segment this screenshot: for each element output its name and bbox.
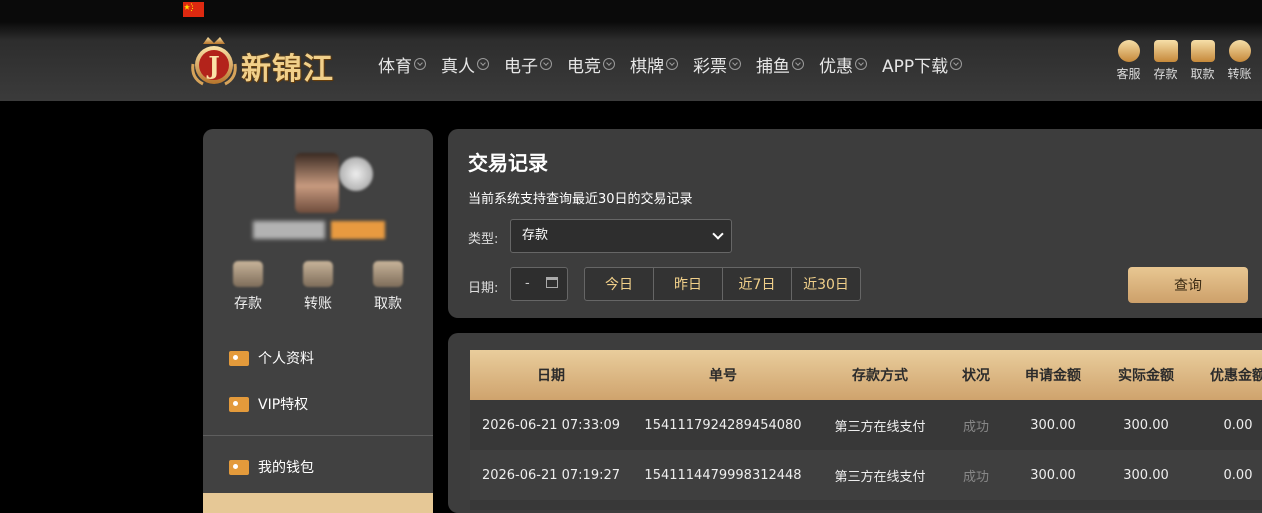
top-bar: J 新锦江 体育 真人 电子 电竞 棋牌 彩票 捕鱼 优惠 APP下载 客服 存… (0, 0, 1262, 101)
sidebar-deposit-button[interactable]: 存款 (218, 261, 278, 313)
withdraw-icon (373, 261, 403, 287)
wallet-actions: 存款 转账 取款 (203, 261, 433, 313)
range-yesterday-button[interactable]: 昨日 (653, 267, 723, 301)
col-actual: 实际金额 (1118, 368, 1174, 384)
sidebar-transfer-button[interactable]: 转账 (288, 261, 348, 313)
sidebar-withdraw-button[interactable]: 取款 (358, 261, 418, 313)
col-requested: 申请金额 (1025, 368, 1081, 384)
sidebar-item-vip[interactable]: VIP特权 (203, 381, 433, 427)
cell-actual: 300.00 (1123, 467, 1169, 483)
customer-service-icon (1117, 40, 1140, 62)
col-bonus: 优惠金额 (1210, 368, 1262, 384)
chevron-down-icon (729, 58, 741, 70)
nav-item-cards[interactable]: 棋牌 (630, 52, 678, 77)
sidebar: 存款 转账 取款 个人资料 VIP特权 我的钱包 (203, 129, 433, 513)
col-date: 日期 (537, 368, 565, 384)
logo-emblem-icon: J (191, 37, 237, 86)
chevron-down-icon (603, 58, 615, 70)
quick-transfer[interactable]: 转账 (1221, 40, 1258, 82)
username-blurred (253, 221, 325, 239)
cell-requested: 300.00 (1030, 417, 1076, 433)
range-today-button[interactable]: 今日 (584, 267, 654, 301)
quick-customer-service[interactable]: 客服 (1110, 40, 1147, 82)
cell-order-no: 1541117924289454080 (644, 417, 802, 433)
sidebar-item-wallet[interactable]: 我的钱包 (203, 444, 433, 490)
table-row[interactable]: 2026-06-21 07:19:27 1541114479998312448 … (470, 450, 1262, 500)
nav-item-lottery[interactable]: 彩票 (693, 52, 741, 77)
quick-withdraw[interactable]: 取款 (1184, 40, 1221, 82)
transaction-table-panel: 日期 单号 存款方式 状况 申请金额 实际金额 优惠金额 2026-06-21 … (448, 333, 1262, 513)
type-label: 类型: (468, 232, 499, 247)
quick-deposit[interactable]: 存款 (1147, 40, 1184, 82)
date-range-input[interactable]: - (510, 267, 568, 301)
cn-flag-icon[interactable] (183, 2, 204, 17)
nav-item-sports[interactable]: 体育 (378, 52, 426, 77)
nav-item-promos[interactable]: 优惠 (819, 52, 867, 77)
chevron-down-icon (712, 228, 724, 240)
cell-date: 2026-06-21 07:19:27 (481, 467, 621, 483)
chevron-down-icon (414, 58, 426, 70)
col-status: 状况 (962, 368, 990, 384)
query-button[interactable]: 查询 (1128, 267, 1248, 303)
cell-status: 成功 (962, 419, 989, 435)
nav-item-app-download[interactable]: APP下载 (882, 52, 963, 77)
chevron-down-icon (666, 58, 678, 70)
cell-requested: 300.00 (1030, 467, 1076, 483)
date-label: 日期: (468, 281, 499, 296)
cell-date: 2026-06-21 07:33:09 (481, 417, 621, 433)
type-select[interactable]: 存款 (510, 219, 732, 253)
wallet-icon (1153, 40, 1178, 62)
table-row[interactable]: 2026-06-21 07:33:09 1541117924289454080 … (470, 400, 1262, 450)
avatar[interactable] (295, 153, 339, 213)
sidebar-item-profile[interactable]: 个人资料 (203, 335, 433, 381)
brand-name: 新锦江 (241, 52, 334, 87)
vip-badge (331, 221, 385, 239)
nav-item-esports[interactable]: 电竞 (567, 52, 615, 77)
cell-method: 第三方在线支付 (834, 419, 926, 435)
col-order-no: 单号 (709, 368, 737, 384)
range-7days-button[interactable]: 近7日 (722, 267, 792, 301)
table-header: 日期 单号 存款方式 状况 申请金额 实际金额 优惠金额 (470, 350, 1262, 400)
quick-actions: 客服 存款 取款 转账 (1110, 40, 1258, 82)
id-card-icon (229, 396, 249, 412)
cell-actual: 300.00 (1123, 417, 1169, 433)
cell-method: 第三方在线支付 (834, 469, 926, 485)
chevron-down-icon (792, 58, 804, 70)
transaction-filter-panel: 交易记录 当前系统支持查询最近30日的交易记录 类型: 存款 日期: - 今日 … (448, 129, 1262, 318)
svg-text:J: J (206, 51, 219, 80)
main-nav: 体育 真人 电子 电竞 棋牌 彩票 捕鱼 优惠 APP下载 (378, 52, 977, 77)
transfer-icon (1228, 40, 1251, 62)
page-title: 交易记录 (468, 151, 548, 175)
transfer-icon (303, 261, 333, 287)
type-select-value: 存款 (522, 228, 549, 243)
vip-level-icon (339, 157, 373, 191)
chevron-down-icon (855, 58, 867, 70)
brand-logo[interactable]: J 新锦江 (189, 34, 349, 88)
active-menu-indicator (203, 493, 433, 513)
menu-divider (203, 435, 433, 436)
nav-item-live[interactable]: 真人 (441, 52, 489, 77)
cell-order-no: 1541114479998312448 (644, 467, 802, 483)
sidebar-menu: 个人资料 VIP特权 我的钱包 (203, 335, 433, 490)
date-range-value: - (525, 276, 530, 291)
range-30days-button[interactable]: 近30日 (791, 267, 861, 301)
deposit-icon (233, 261, 263, 287)
nav-item-fishing[interactable]: 捕鱼 (756, 52, 804, 77)
chevron-down-icon (477, 58, 489, 70)
cell-status: 成功 (962, 469, 989, 485)
chevron-down-icon (950, 58, 963, 70)
calendar-icon (546, 277, 558, 288)
transaction-table: 日期 单号 存款方式 状况 申请金额 实际金额 优惠金额 2026-06-21 … (470, 350, 1262, 510)
id-card-icon (229, 350, 249, 366)
bag-icon (1190, 40, 1215, 62)
cell-bonus: 0.00 (1223, 417, 1253, 433)
quick-range-group: 今日 昨日 近7日 近30日 (584, 267, 861, 301)
cell-bonus: 0.00 (1223, 467, 1253, 483)
col-method: 存款方式 (852, 368, 908, 384)
piggy-bank-icon (229, 459, 249, 475)
page-subtitle: 当前系统支持查询最近30日的交易记录 (468, 192, 693, 207)
nav-item-slots[interactable]: 电子 (504, 52, 552, 77)
chevron-down-icon (540, 58, 552, 70)
